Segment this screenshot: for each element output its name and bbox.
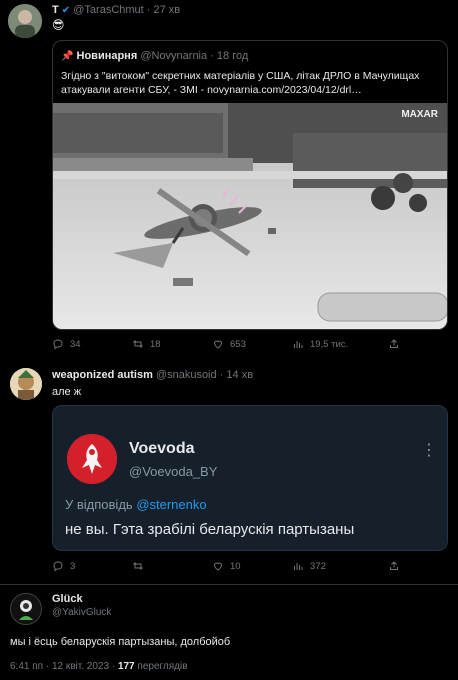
tweet2-time[interactable]: 14 хв xyxy=(226,369,253,381)
reply-button[interactable]: 34 xyxy=(52,338,132,350)
like-icon xyxy=(213,562,223,571)
embed-text: не вы. Гэта зрабілі беларускія партызаны xyxy=(65,521,355,538)
tweet2-header: weaponized autism @snakusoid · 14 хв xyxy=(52,369,253,381)
separator-dot: · xyxy=(210,50,214,62)
reply-icon xyxy=(53,339,63,350)
views-icon xyxy=(294,563,303,570)
tweet2-author-name[interactable]: weaponized autism xyxy=(52,369,153,381)
tweet3-views-count: 177 xyxy=(117,661,135,672)
embed-reply-line: У відповідь @sternenko xyxy=(65,497,207,512)
tweet3-text: мы і ёсць беларускія партызаны, долбойоб xyxy=(10,636,231,648)
quote-author-name: Новинарня xyxy=(76,50,138,62)
tweet1-text: 😎 xyxy=(52,18,65,32)
reply-prefix: У відповідь xyxy=(65,497,133,512)
tweet3-views-label: переглядів xyxy=(137,661,188,672)
separator-dot: · xyxy=(219,369,224,381)
share-icon xyxy=(390,561,398,570)
tweet1-author-handle[interactable]: @TarasChmut xyxy=(73,4,143,16)
divider xyxy=(0,584,458,585)
tweet3-avatar[interactable] xyxy=(10,593,42,625)
like-icon xyxy=(213,340,223,349)
like-button[interactable]: 653 xyxy=(212,338,292,350)
tweet2-text: але ж xyxy=(52,386,82,398)
maxar-watermark: MAXAR xyxy=(401,109,438,120)
pin-icon: 📌 xyxy=(61,51,74,62)
like-button[interactable]: 10 xyxy=(212,560,292,572)
retweet-icon xyxy=(133,340,143,348)
tweet1-author-name[interactable]: T xyxy=(52,4,59,16)
tweet1-header: T ✔ @TarasChmut · 27 хв xyxy=(52,4,180,16)
tweet2-author-handle[interactable]: @snakusoid xyxy=(156,369,217,381)
tweet3-author-name[interactable]: Glück xyxy=(52,593,83,605)
retweet-icon xyxy=(133,562,143,570)
views-icon xyxy=(294,341,303,348)
embed-avatar xyxy=(67,434,117,484)
tweet3-author-handle[interactable]: @YakivGluck xyxy=(52,607,111,618)
retweet-button[interactable]: 18 xyxy=(132,338,212,350)
like-count: 10 xyxy=(230,560,241,572)
views-button[interactable]: 372 xyxy=(292,560,388,572)
like-count: 653 xyxy=(230,338,246,350)
embed-author-name: Voevoda xyxy=(129,440,195,457)
reply-count: 3 xyxy=(70,560,76,572)
retweet-count: 18 xyxy=(150,338,161,350)
tweet3-author-name-text: Glück xyxy=(52,593,83,605)
tweet1-actions: 34 18 653 19,5 тис. xyxy=(52,338,422,350)
share-button[interactable] xyxy=(388,560,400,572)
satellite-image[interactable]: MAXAR xyxy=(53,103,447,329)
quote-time: 18 год xyxy=(216,50,249,62)
quote-text: Згідно з "витоком" секретних матеріалів … xyxy=(61,70,420,96)
quote-header: 📌 Новинарня @Novynarnia · 18 год xyxy=(61,50,248,62)
tweet2-avatar[interactable] xyxy=(10,368,42,400)
separator-dot: · xyxy=(146,4,151,16)
embed-author-handle: @Voevoda_BY xyxy=(129,464,218,479)
verified-icon: ✔ xyxy=(61,5,71,16)
reply-count: 34 xyxy=(70,338,81,350)
share-icon xyxy=(390,339,398,348)
tweet1-avatar[interactable] xyxy=(8,4,42,38)
quoted-tweet-card[interactable]: 📌 Новинарня @Novynarnia · 18 год Згідно … xyxy=(52,40,448,330)
reply-button[interactable]: 3 xyxy=(52,560,132,572)
views-count: 19,5 тис. xyxy=(310,338,349,350)
reply-mention: @sternenko xyxy=(136,497,207,512)
retweet-button[interactable] xyxy=(132,560,212,572)
views-count: 372 xyxy=(310,560,326,572)
embedded-tweet-screenshot[interactable]: Voevoda @Voevoda_BY ⋮ У відповідь @stern… xyxy=(52,405,448,551)
reply-icon xyxy=(53,561,63,572)
quote-author-handle: @Novynarnia xyxy=(140,50,208,62)
share-button[interactable] xyxy=(388,338,400,350)
tweet2-actions: 3 10 372 xyxy=(52,560,422,572)
more-options-icon: ⋮ xyxy=(421,442,437,459)
tweet3-timestamp[interactable]: 6:41 пп · 12 квіт. 2023 · xyxy=(10,661,115,672)
tweet3-meta: 6:41 пп · 12 квіт. 2023 · 177 переглядів xyxy=(10,661,188,672)
tweet1-time[interactable]: 27 хв xyxy=(154,4,181,16)
views-button[interactable]: 19,5 тис. xyxy=(292,338,388,350)
